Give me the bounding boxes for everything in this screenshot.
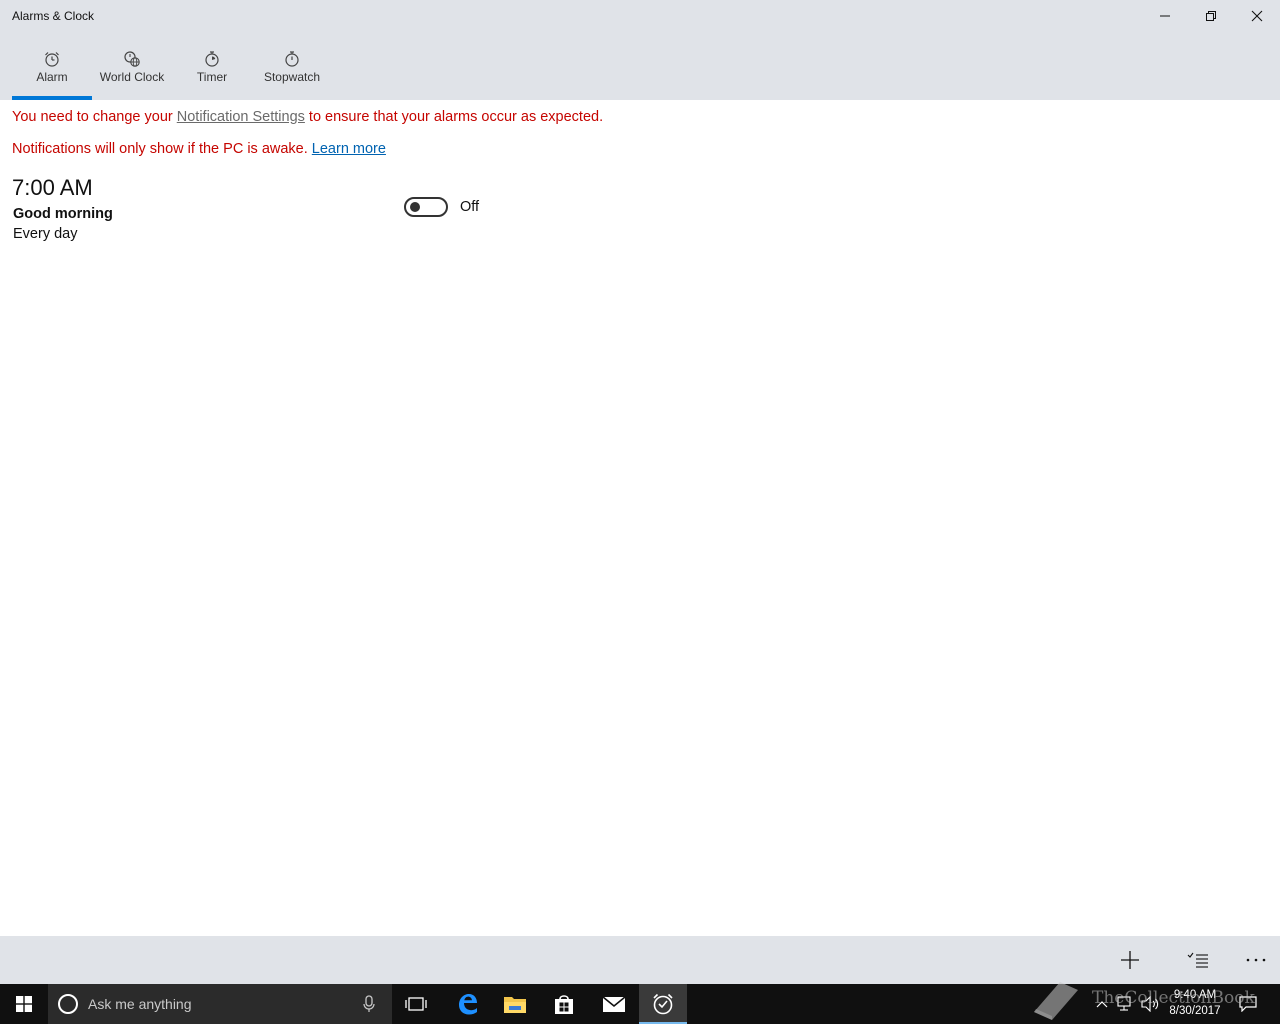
windows-logo-icon <box>16 996 32 1012</box>
search-box[interactable]: Ask me anything <box>48 984 392 1024</box>
folder-icon <box>504 997 526 1013</box>
title-and-tab-bar: Alarms & Clock Alarm World Clock Timer S… <box>0 0 1280 100</box>
world-clock-icon <box>124 51 140 67</box>
notification-settings-link[interactable]: Notification Settings <box>177 109 305 125</box>
alarm-toggle[interactable] <box>404 197 448 217</box>
edge-icon <box>459 994 477 1015</box>
notification-warning: You need to change your Notification Set… <box>12 109 603 125</box>
taskbar-edge[interactable] <box>443 984 491 1024</box>
select-alarms-icon <box>1187 952 1208 968</box>
new-alarm-button[interactable] <box>1106 936 1154 984</box>
add-icon <box>1121 951 1139 969</box>
warning-text-before: You need to change your <box>12 109 177 125</box>
tab-stopwatch-label: Stopwatch <box>263 70 321 84</box>
command-bar <box>0 936 1280 984</box>
taskbar-clock[interactable]: 9:40 AM 8/30/2017 <box>1164 987 1226 1019</box>
timer-icon <box>205 51 219 67</box>
warning-text-after: to ensure that your alarms occur as expe… <box>304 109 604 125</box>
taskbar: Ask me anything 9:40 AM 8/30/2017 <box>0 984 1280 1024</box>
task-view-icon <box>405 997 427 1011</box>
microphone-icon[interactable] <box>362 994 376 1014</box>
tab-timer-label: Timer <box>196 70 228 84</box>
show-hidden-icons-button[interactable] <box>1092 984 1112 1024</box>
chevron-up-icon <box>1096 1001 1108 1008</box>
awake-warning: Notifications will only show if the PC i… <box>12 141 386 157</box>
alarms-clock-window: Alarms & Clock Alarm World Clock Timer S… <box>0 0 1280 984</box>
active-tab-indicator <box>12 96 92 100</box>
stopwatch-icon <box>285 51 299 67</box>
window-title: Alarms & Clock <box>12 9 95 23</box>
alarm-name: Good morning <box>13 206 113 222</box>
tab-world-clock-label: World Clock <box>99 70 165 84</box>
network-icon <box>1117 996 1131 1011</box>
taskbar-alarms-clock[interactable] <box>639 984 687 1024</box>
volume-icon <box>1141 996 1159 1012</box>
tab-alarm-label: Alarm <box>36 70 68 84</box>
clock-date: 8/30/2017 <box>1169 1005 1221 1017</box>
alarm-toggle-state: Off <box>460 199 480 215</box>
tab-alarm[interactable]: Alarm <box>12 44 92 100</box>
taskbar-file-explorer[interactable] <box>491 984 539 1024</box>
select-alarms-button[interactable] <box>1174 936 1222 984</box>
volume-button[interactable] <box>1140 984 1162 1024</box>
mail-icon <box>602 996 626 1012</box>
task-view-button[interactable] <box>392 984 440 1024</box>
store-icon <box>555 995 573 1014</box>
taskbar-store[interactable] <box>540 984 588 1024</box>
notification-icon <box>1239 996 1257 1012</box>
more-icon <box>1246 958 1266 962</box>
cortana-icon <box>58 994 78 1014</box>
awake-warning-text: Notifications will only show if the PC i… <box>12 141 312 157</box>
alarm-clock-icon <box>653 993 673 1015</box>
alarm-repeat: Every day <box>13 226 78 242</box>
minimize-button[interactable] <box>1142 0 1188 32</box>
tab-stopwatch[interactable]: Stopwatch <box>258 44 326 100</box>
network-button[interactable] <box>1116 984 1136 1024</box>
close-icon <box>1251 10 1263 22</box>
restore-button[interactable] <box>1188 0 1234 32</box>
start-button[interactable] <box>0 984 48 1024</box>
minimize-icon <box>1160 15 1170 17</box>
tab-world-clock[interactable]: World Clock <box>96 44 168 100</box>
close-button[interactable] <box>1234 0 1280 32</box>
taskbar-mail[interactable] <box>590 984 638 1024</box>
search-placeholder: Ask me anything <box>88 996 192 1012</box>
alarm-time: 7:00 AM <box>12 175 93 200</box>
tab-timer[interactable]: Timer <box>188 44 236 100</box>
action-center-button[interactable] <box>1236 984 1260 1024</box>
restore-icon <box>1206 11 1216 21</box>
clock-time: 9:40 AM <box>1173 989 1217 1001</box>
learn-more-link[interactable]: Learn more <box>312 141 386 157</box>
toggle-knob <box>410 202 420 212</box>
alarm-clock-icon <box>45 52 59 67</box>
more-options-button[interactable] <box>1232 936 1280 984</box>
